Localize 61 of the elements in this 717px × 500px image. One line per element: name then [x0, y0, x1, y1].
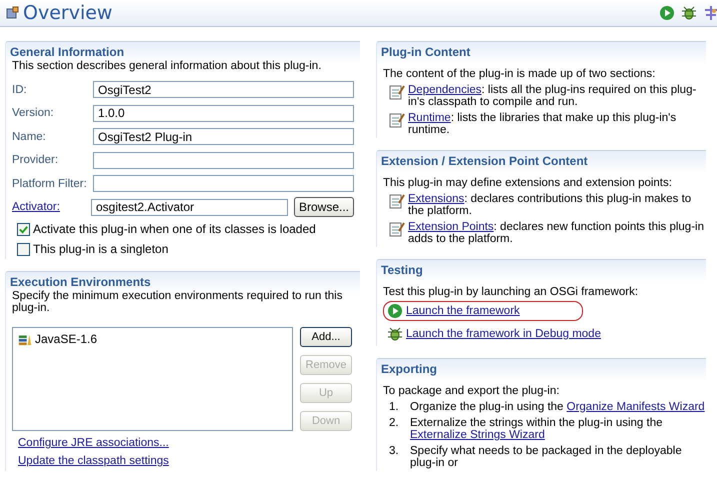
list-button[interactable]: Add...: [300, 327, 352, 347]
editor-link[interactable]: Extensions: [408, 193, 464, 205]
section-description: This plug-in may define extensions and extension points:: [382, 176, 673, 191]
item-description: Extensions: declares contributions this plug-in makes to the platform.: [408, 193, 692, 217]
step-number: 1.: [389, 401, 400, 413]
checkbox[interactable]: [17, 242, 30, 256]
step-number: 2.: [389, 417, 400, 431]
field-label: ID:: [12, 84, 28, 96]
settings-link[interactable]: Update the classpath settings: [6, 453, 360, 471]
section-description: To package and export the plug-in:: [382, 384, 560, 399]
wizard-link[interactable]: Externalize Strings Wizard: [410, 429, 545, 441]
section-title: Testing: [380, 262, 424, 278]
browse-button[interactable]: Browse...: [294, 197, 354, 218]
section-title: Exporting: [380, 361, 438, 377]
field-label: Provider:: [12, 154, 60, 166]
step-text: Organize the plug-in using the Organize Manifests Wizard: [410, 401, 705, 413]
document-edit-icon: [389, 84, 405, 100]
section-title: Execution Environments: [9, 274, 152, 290]
section-description: Specify the minimum execution environments required to run this plug-in.: [11, 290, 344, 316]
text-field[interactable]: OsgiTest2 Plug-in: [93, 128, 354, 146]
document-edit-icon: [389, 221, 405, 237]
section-title: Extension / Extension Point Content: [380, 153, 589, 169]
launch-link[interactable]: Launch the framework in Debug mode: [406, 328, 601, 340]
document-edit-icon: [389, 193, 405, 209]
list-item[interactable]: JavaSE-1.6: [35, 332, 98, 346]
text-field[interactable]: [93, 175, 354, 192]
editor-link[interactable]: Runtime: [408, 112, 451, 124]
page-title: Overview: [23, 2, 112, 24]
text-field[interactable]: osgitest2.Activator: [90, 198, 288, 216]
section-description: Test this plug-in by launching an OSGi framework:: [382, 285, 640, 300]
step-number: 3.: [389, 445, 400, 459]
editor-link[interactable]: Dependencies: [408, 84, 482, 96]
section-title: Plug-in Content: [380, 44, 472, 60]
checkbox-label: This plug-in is a singleton: [33, 242, 168, 256]
plugin-icon: [4, 5, 20, 21]
field-label: Name:: [12, 130, 47, 143]
bug-icon[interactable]: [681, 5, 697, 21]
text-field[interactable]: [93, 152, 354, 169]
editor-link[interactable]: Extension Points: [408, 221, 494, 233]
run-icon[interactable]: [659, 5, 675, 21]
item-description: Dependencies: lists all the plug-ins required on this plug-in's classpath to compile and run.: [408, 84, 698, 108]
item-description: Runtime: lists the libraries that make up this plug-in's runtime.: [408, 112, 678, 136]
settings-link[interactable]: Configure JRE associations...: [6, 435, 360, 453]
field-label: Version:: [12, 107, 55, 120]
field-label: Platform Filter:: [12, 178, 88, 190]
wizard-link[interactable]: Organize Manifests Wizard: [566, 401, 705, 413]
item-description: Extension Points: declares new function points this plug-in adds to the platform.: [408, 221, 705, 245]
checkbox[interactable]: [17, 222, 30, 236]
step-text: Externalize the strings within the plug-in using the Externalize Strings Wizard: [410, 417, 664, 441]
section-description: The content of the plug-in is made up of two sections:: [382, 67, 656, 82]
activator-link[interactable]: Activator:: [12, 201, 91, 214]
checkbox-label: Activate this plug-in when one of its classes is loaded: [33, 222, 316, 236]
run-icon: [387, 303, 403, 319]
bug-icon: [387, 326, 403, 342]
section-title: General Information: [9, 44, 126, 60]
step-text: Specify what needs to be packaged in the deployable plug-in or: [410, 445, 683, 469]
text-field[interactable]: 1.0.0: [93, 104, 354, 122]
launch-link[interactable]: Launch the framework: [406, 305, 520, 317]
section-description: This section describes general information about this plug-in.: [11, 60, 322, 74]
document-edit-icon: [389, 112, 405, 128]
text-field[interactable]: OsgiTest2: [93, 81, 354, 98]
